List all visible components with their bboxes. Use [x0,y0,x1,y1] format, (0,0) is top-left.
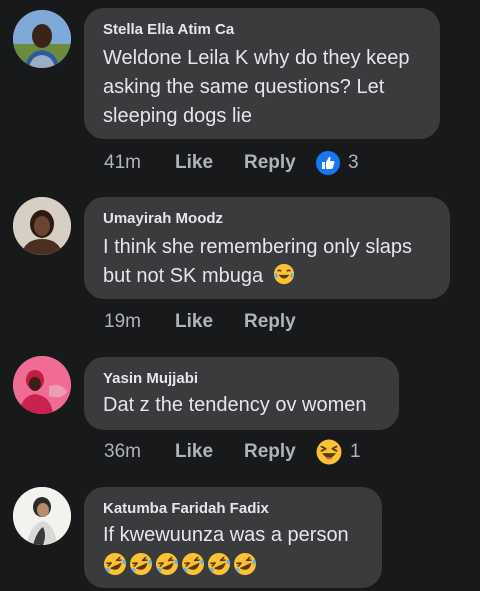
comment-actions: 41m Like Reply 3 [104,149,359,177]
tears-of-joy-emoji [273,263,294,285]
avatar[interactable] [13,356,71,414]
rolling-on-floor-laughing-emoji [207,552,231,576]
avatar-image [13,10,71,68]
comment-author[interactable]: Yasin Mujjabi [103,370,381,388]
comment-text: Weldone Leila K why do they keep asking … [103,47,410,127]
emoji-row [103,552,364,576]
comment-bubble: Yasin Mujjabi Dat z the tendency ov wome… [84,357,399,430]
reaction-count: 3 [348,152,359,173]
comment-actions: 36m Like Reply 1 [104,438,361,466]
avatar-image [13,197,71,255]
like-button[interactable]: Like [175,152,244,174]
like-button[interactable]: Like [175,441,244,463]
rolling-on-floor-laughing-emoji [103,552,127,576]
rolling-on-floor-laughing-emoji [129,552,153,576]
comment-text: If kwewuunza was a person [103,524,349,546]
comment-actions: 19m Like Reply [104,308,316,336]
reply-button[interactable]: Reply [244,152,316,174]
rolling-on-floor-laughing-emoji [181,552,205,576]
reply-button[interactable]: Reply [244,441,316,463]
reaction-summary[interactable]: 3 [316,151,359,175]
avatar[interactable] [13,197,71,255]
comment-bubble: Umayirah Moodz I think she remembering o… [84,197,450,299]
avatar[interactable] [13,10,71,68]
comment-text-wrap: I think she remembering only slaps but n… [103,233,432,291]
comment-text: Dat z the tendency ov women [103,394,367,416]
haha-reaction-icon [316,439,342,465]
like-reaction-icon [316,151,340,175]
avatar-image [13,356,71,414]
rolling-on-floor-laughing-emoji [155,552,179,576]
like-button[interactable]: Like [175,311,244,333]
rolling-on-floor-laughing-emoji [233,552,257,576]
comment-text: I think she remembering only slaps but n… [103,236,413,287]
comment-bubble: Stella Ella Atim Ca Weldone Leila K why … [84,8,440,139]
avatar[interactable] [13,487,71,545]
comment-timestamp[interactable]: 19m [104,311,175,333]
avatar-image [13,487,71,545]
reaction-count: 1 [350,441,361,462]
comment-author[interactable]: Umayirah Moodz [103,210,432,228]
reply-button[interactable]: Reply [244,311,316,333]
comment-author[interactable]: Katumba Faridah Fadix [103,500,364,518]
comment-author[interactable]: Stella Ella Atim Ca [103,21,422,39]
comment-timestamp[interactable]: 36m [104,441,175,463]
comment-bubble: Katumba Faridah Fadix If kwewuunza was a… [84,487,382,588]
comment-timestamp[interactable]: 41m [104,152,175,174]
reaction-summary[interactable]: 1 [316,439,361,465]
